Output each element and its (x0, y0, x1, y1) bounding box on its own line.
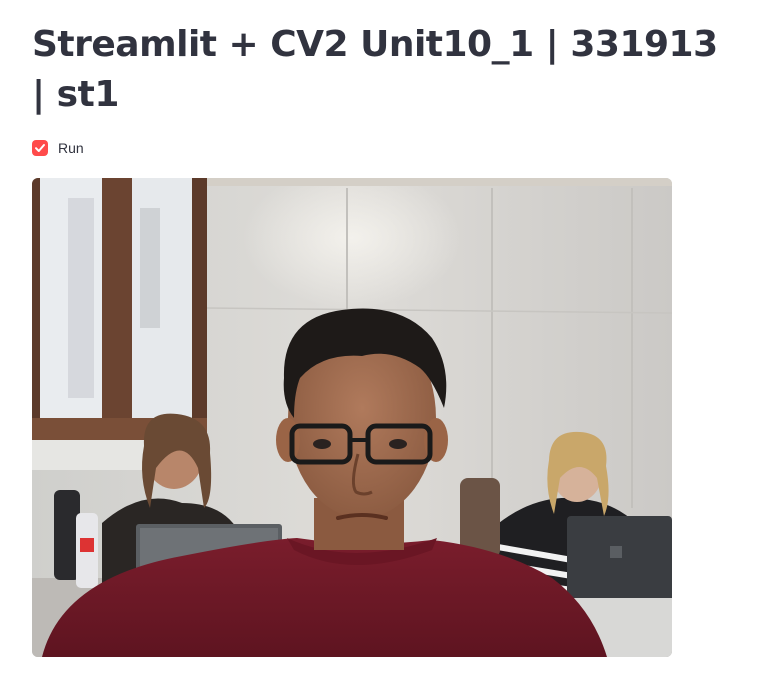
page-title: Streamlit + CV2 Unit10_1 | 331913 | st1 (32, 24, 718, 115)
run-checkbox-label: Run (58, 140, 84, 156)
webcam-image (32, 178, 672, 657)
checkbox-checked-icon[interactable] (32, 140, 48, 156)
run-checkbox[interactable]: Run (32, 140, 84, 156)
webcam-video-frame (32, 178, 672, 657)
main-content: Streamlit + CV2 Unit10_1 | 331913 | st1 … (32, 0, 722, 657)
